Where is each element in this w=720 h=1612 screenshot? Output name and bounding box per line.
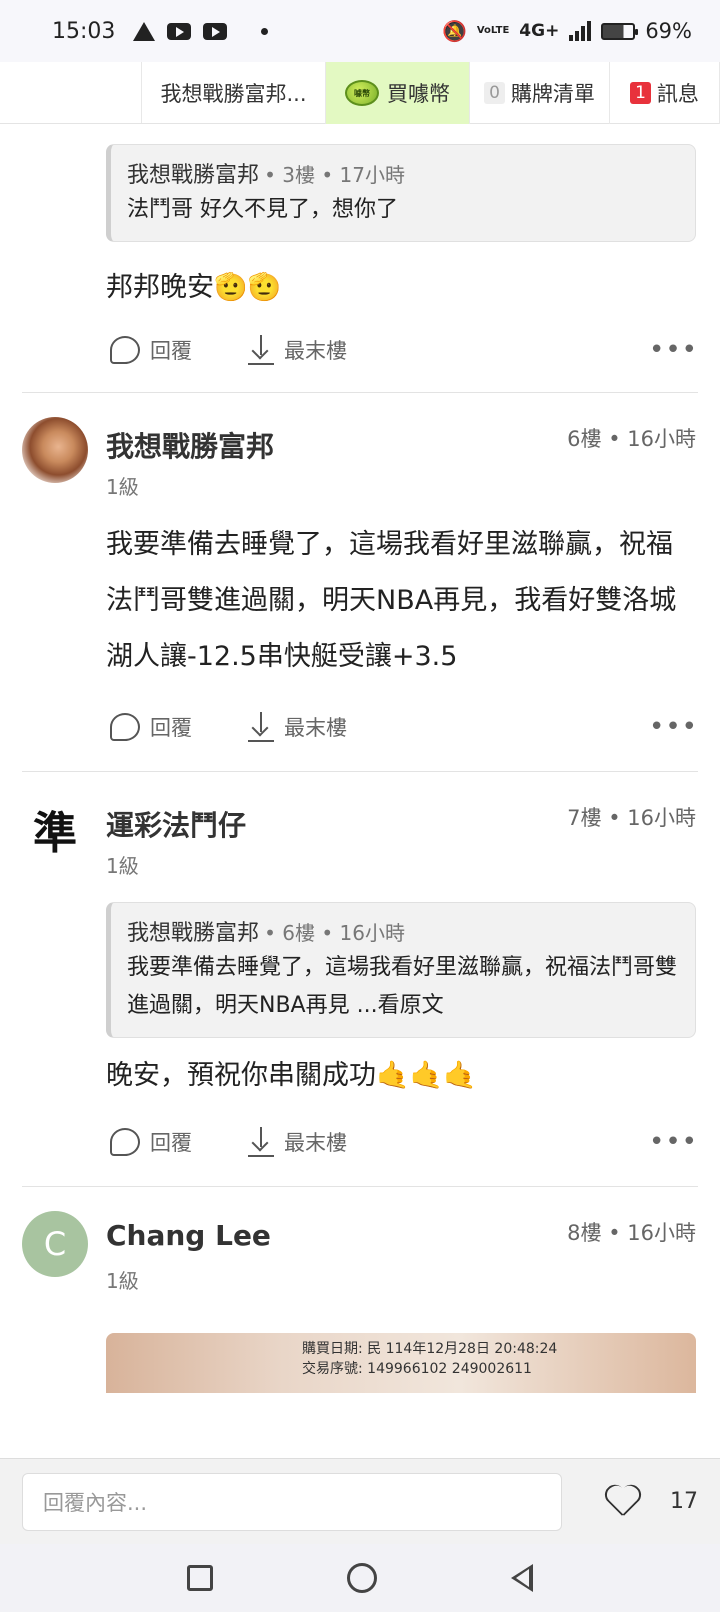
comment-body: 我要準備去睡覺了，這場我看好里滋聯贏，祝福法鬥哥雙進過關，明天NBA再見，我看好… [106, 529, 677, 672]
quote-text: 法鬥哥 好久不見了，想你了 [127, 197, 398, 222]
quote-author: 我想戰勝富邦 [127, 163, 260, 188]
reply-input-bar: 回覆內容... 17 [0, 1458, 720, 1544]
tab-messages[interactable]: 1 訊息 [610, 62, 720, 124]
comment-actions: 回覆 最末樓 ••• [110, 330, 698, 370]
reply-button[interactable]: 回覆 [110, 712, 192, 742]
quote-author: 我想戰勝富邦 [127, 921, 260, 946]
comment-header: 準 運彩法鬥仔 1級 7樓 • 16小時 [0, 796, 720, 896]
more-notifications-dot-icon [261, 27, 269, 35]
last-floor-label: 最末樓 [284, 716, 347, 740]
download-arrow-icon [248, 1127, 274, 1157]
coin-icon: 噱幣 [345, 80, 379, 106]
quoted-reply[interactable]: 我想戰勝富邦 • 6樓 • 16小時 我要準備去睡覺了，這場我看好里滋聯贏，祝福… [106, 902, 696, 1038]
home-icon[interactable] [347, 1563, 377, 1593]
buy-coins-label: 買噱幣 [387, 82, 450, 106]
reply-bubble-icon [110, 1128, 140, 1156]
reply-button[interactable]: 回覆 [110, 1127, 192, 1157]
warning-icon [133, 21, 156, 41]
author-level: 1級 [106, 1269, 139, 1293]
more-options-icon[interactable]: ••• [649, 1129, 698, 1155]
messages-label: 訊息 [656, 82, 699, 106]
comment-item: 我想戰勝富邦 1級 6樓 • 16小時 我要準備去睡覺了，這場我看好里滋聯贏，祝… [0, 393, 720, 772]
buy-coins-button[interactable]: 噱幣 買噱幣 [326, 62, 470, 124]
comment-actions: 回覆 最末樓 ••• [110, 707, 698, 747]
comment-body: 邦邦晚安🫡🫡 [106, 272, 282, 303]
recents-icon[interactable] [187, 1565, 213, 1591]
image-ticket-date: 購買日期: 民 114年12月28日 20:48:24 [302, 1341, 558, 1357]
quote-meta: • 6樓 • 16小時 [264, 921, 405, 945]
download-arrow-icon [248, 712, 274, 742]
comment-list: 我想戰勝富邦 • 3樓 • 17小時 法鬥哥 好久不見了，想你了 邦邦晚安🫡🫡 … [0, 124, 720, 1393]
reply-label: 回覆 [150, 716, 192, 740]
battery-percent: 69% [645, 19, 692, 43]
comment-item: 準 運彩法鬥仔 1級 7樓 • 16小時 我想戰勝富邦 • 6樓 • 16小時 … [0, 772, 720, 1187]
tab-cart-list[interactable]: 0 購牌清單 [470, 62, 610, 124]
reply-label: 回覆 [150, 1131, 192, 1155]
comment-actions: 回覆 最末樓 ••• [110, 1122, 698, 1162]
last-floor-button[interactable]: 最末樓 [248, 1127, 347, 1157]
reply-label: 回覆 [150, 339, 192, 363]
tab-thread-title[interactable]: 我想戰勝富邦... [142, 62, 326, 124]
download-arrow-icon [248, 335, 274, 365]
author-level: 1級 [106, 475, 139, 499]
heart-icon[interactable] [604, 1486, 640, 1518]
floor-time: 8樓 • 16小時 [567, 1221, 696, 1245]
last-floor-label: 最末樓 [284, 1131, 347, 1155]
top-tab-bar: 我想戰勝富邦... 噱幣 買噱幣 0 購牌清單 1 訊息 [0, 62, 720, 124]
comment-item: 我想戰勝富邦 • 3樓 • 17小時 法鬥哥 好久不見了，想你了 邦邦晚安🫡🫡 … [0, 124, 720, 393]
bell-off-icon: 🔕 [441, 19, 467, 43]
avatar[interactable]: C [22, 1211, 88, 1277]
last-floor-button[interactable]: 最末樓 [248, 335, 347, 365]
network-type: 4G+ [519, 21, 560, 41]
avatar[interactable]: 準 [22, 796, 88, 862]
reply-bubble-icon [110, 336, 140, 364]
youtube-icon-2 [203, 22, 228, 40]
reply-bubble-icon [110, 713, 140, 741]
status-bar: 15:03 🔕 VoLTE 4G+ 69% [0, 0, 720, 62]
comment-header: C Chang Lee 1級 8樓 • 16小時 [0, 1211, 720, 1311]
tab-spacer [0, 62, 142, 123]
comment-item: C Chang Lee 1級 8樓 • 16小時 購買日期: 民 114年12月… [0, 1187, 720, 1393]
reply-input[interactable]: 回覆內容... [22, 1472, 563, 1531]
floor-time: 6樓 • 16小時 [567, 427, 696, 451]
last-floor-button[interactable]: 最末樓 [248, 712, 347, 742]
volte-icon: VoLTE [476, 25, 510, 36]
author-name[interactable]: 我想戰勝富邦 [106, 425, 274, 465]
status-notification-icons [133, 21, 269, 41]
status-time: 15:03 [52, 18, 116, 44]
quote-text: 我要準備去睡覺了，這場我看好里滋聯贏，祝福法鬥哥雙進過關，明天NBA再見 ...… [127, 955, 678, 1018]
author-level: 1級 [106, 854, 139, 878]
back-icon[interactable] [511, 1564, 533, 1592]
message-count-badge: 1 [630, 82, 651, 104]
thread-title-label: 我想戰勝富邦... [160, 82, 307, 106]
more-options-icon[interactable]: ••• [649, 337, 698, 363]
cart-label: 購牌清單 [510, 82, 595, 106]
last-floor-label: 最末樓 [284, 339, 347, 363]
reply-button[interactable]: 回覆 [110, 335, 192, 365]
cart-count-badge: 0 [484, 82, 505, 104]
floor-time: 7樓 • 16小時 [567, 806, 696, 830]
author-name[interactable]: 運彩法鬥仔 [106, 804, 246, 844]
quote-meta: • 3樓 • 17小時 [264, 163, 405, 187]
system-nav-bar [0, 1544, 720, 1612]
author-name[interactable]: Chang Lee [106, 1219, 271, 1252]
more-options-icon[interactable]: ••• [649, 714, 698, 740]
quoted-reply[interactable]: 我想戰勝富邦 • 3樓 • 17小時 法鬥哥 好久不見了，想你了 [106, 144, 696, 242]
youtube-icon [167, 22, 192, 40]
signal-icon [569, 21, 592, 41]
attached-image[interactable]: 購買日期: 民 114年12月28日 20:48:24 交易序號: 149966… [106, 1333, 696, 1393]
status-system-icons: 🔕 VoLTE 4G+ 69% [442, 19, 692, 43]
like-count: 17 [670, 1489, 698, 1514]
battery-icon [601, 22, 639, 40]
avatar[interactable] [22, 417, 88, 483]
comment-body: 晚安，預祝你串關成功🤙🤙🤙 [106, 1060, 477, 1091]
comment-header: 我想戰勝富邦 1級 6樓 • 16小時 [0, 417, 720, 517]
image-ticket-serial: 交易序號: 149966102 249002611 [302, 1361, 532, 1377]
